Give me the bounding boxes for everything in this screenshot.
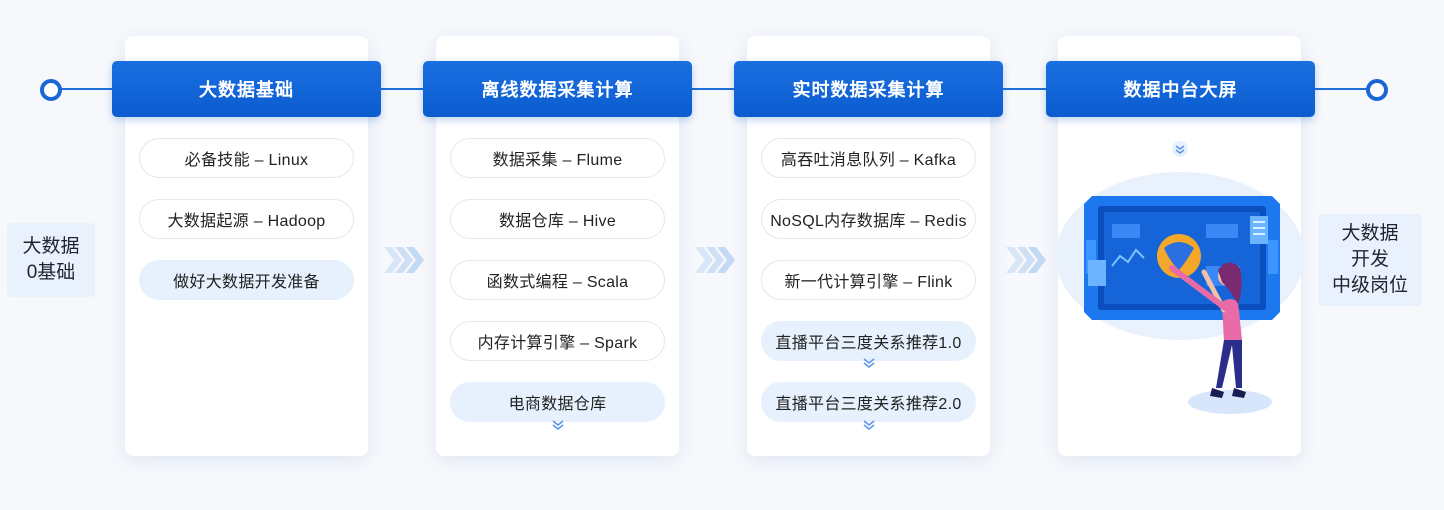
stage-header-4: 数据中台大屏 — [1046, 61, 1315, 117]
stage-2-item-2: 数据仓库 – Hive — [450, 199, 665, 239]
chevron-down-icon — [861, 356, 877, 374]
stage-3-item-2: NoSQL内存数据库 – Redis — [761, 199, 976, 239]
end-label-line1: 大数据 — [1341, 223, 1399, 244]
stage-3-item-1: 高吞吐消息队列 – Kafka — [761, 138, 976, 178]
end-label: 大数据 开发 中级岗位 — [1318, 214, 1422, 306]
stage-header-1: 大数据基础 — [112, 61, 381, 117]
flow-arrows-icon — [384, 245, 424, 275]
stage-1-item-1: 必备技能 – Linux — [139, 138, 354, 178]
chevron-down-icon — [550, 418, 566, 436]
stage-2-item-4: 内存计算引擎 – Spark — [450, 321, 665, 361]
chevron-down-icon — [1171, 141, 1189, 162]
stage-2-item-1: 数据采集 – Flume — [450, 138, 665, 178]
flow-arrows-icon — [1006, 245, 1046, 275]
stage-2-item-5: 电商数据仓库 — [450, 382, 665, 422]
timeline-end-node-icon — [1366, 79, 1388, 101]
stage-3-item-3: 新一代计算引擎 – Flink — [761, 260, 976, 300]
dashboard-illustration — [1052, 170, 1304, 425]
stage-3-item-4: 直播平台三度关系推荐1.0 — [761, 321, 976, 361]
start-label-line1: 大数据 — [22, 236, 80, 257]
flow-arrows-icon — [695, 245, 735, 275]
stage-header-2: 离线数据采集计算 — [423, 61, 692, 117]
stage-3-item-5: 直播平台三度关系推荐2.0 — [761, 382, 976, 422]
end-label-line2: 开发 — [1350, 249, 1389, 270]
stage-1-item-3: 做好大数据开发准备 — [139, 260, 354, 300]
timeline-start-node-icon — [40, 79, 62, 101]
stage-header-3: 实时数据采集计算 — [734, 61, 1003, 117]
start-label: 大数据 0基础 — [7, 223, 95, 297]
stage-1-item-2: 大数据起源 – Hadoop — [139, 199, 354, 239]
start-label-line2: 0基础 — [26, 262, 76, 283]
end-label-line3: 中级岗位 — [1331, 275, 1408, 296]
chevron-down-icon — [861, 418, 877, 436]
stage-2-item-3: 函数式编程 – Scala — [450, 260, 665, 300]
